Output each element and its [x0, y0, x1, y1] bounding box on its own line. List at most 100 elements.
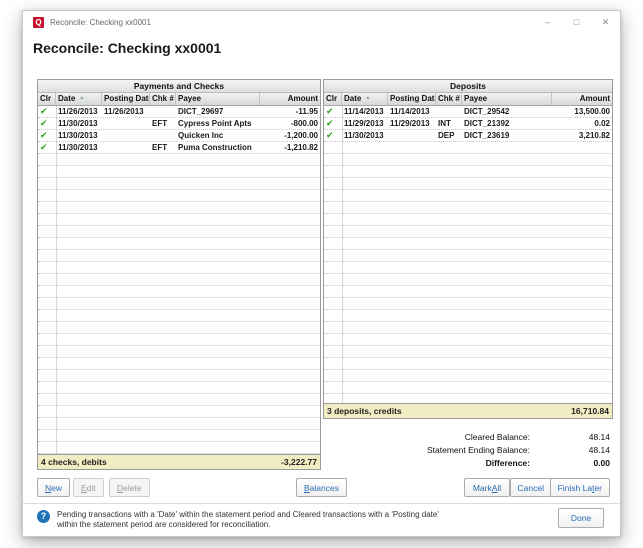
empty-row [38, 442, 320, 454]
empty-rows-area [38, 154, 320, 454]
empty-row [324, 286, 612, 298]
footer-note-area: ? Pending transactions with a 'Date' wit… [37, 510, 439, 530]
column-chk-number[interactable]: Chk # [150, 93, 176, 105]
deposits-panel-title: Deposits [324, 80, 612, 93]
new-button[interactable]: New [37, 478, 70, 497]
empty-row [324, 394, 612, 403]
empty-row [324, 334, 612, 346]
difference-row: Difference: 0.00 [427, 457, 610, 470]
label-part: dit [87, 483, 96, 493]
cleared-check-icon[interactable]: ✔ [38, 118, 56, 129]
cell-date: 11/30/2013 [56, 130, 102, 141]
edit-button[interactable]: Edit [73, 478, 104, 497]
balances-button[interactable]: Balances [296, 478, 347, 497]
statement-ending-balance-row: Statement Ending Balance: 48.14 [427, 444, 610, 457]
deposits-summary-amount: 16,710.84 [571, 404, 609, 418]
cell-chk-number [150, 106, 176, 117]
column-clr[interactable]: Clr [38, 93, 56, 105]
sort-asc-icon: ▲ [79, 93, 84, 104]
table-row[interactable]: ✔ 11/30/2013 DEP DICT_23619 3,210.82 [324, 130, 612, 142]
cleared-check-icon[interactable]: ✔ [324, 118, 342, 129]
payments-header-row: Clr Date ▲ Posting Date Chk # Payee Amoun… [38, 93, 320, 106]
column-divider [342, 106, 343, 403]
maximize-icon[interactable]: □ [562, 11, 591, 33]
column-amount[interactable]: Amount [552, 93, 612, 105]
cell-posting-date [102, 118, 150, 129]
cell-chk-number [150, 130, 176, 141]
column-posting-date[interactable]: Posting Date [102, 93, 150, 105]
column-posting-date[interactable]: Posting Date [388, 93, 436, 105]
cleared-check-icon[interactable]: ✔ [38, 130, 56, 141]
reconcile-window: Q Reconcile: Checking xx0001 – □ ✕ Recon… [22, 10, 621, 537]
column-clr[interactable]: Clr [324, 93, 342, 105]
empty-row [38, 310, 320, 322]
mark-all-button[interactable]: Mark All [464, 478, 510, 497]
empty-row [38, 202, 320, 214]
column-date[interactable]: Date▲ [342, 93, 388, 105]
table-row[interactable]: ✔ 11/26/2013 11/26/2013 DICT_29697 -11.9… [38, 106, 320, 118]
empty-row [38, 322, 320, 334]
column-date-label: Date [58, 94, 75, 103]
cell-chk-number: EFT [150, 142, 176, 153]
cell-amount: 13,500.00 [552, 106, 612, 117]
payments-summary-amount: -3,222.77 [281, 455, 317, 469]
balances-summary: Cleared Balance: 48.14 Statement Ending … [427, 431, 610, 470]
empty-row [324, 250, 612, 262]
table-row[interactable]: ✔ 11/29/2013 11/29/2013 INT DICT_21392 0… [324, 118, 612, 130]
help-icon[interactable]: ? [37, 510, 50, 523]
empty-row [324, 346, 612, 358]
finish-later-button[interactable]: Finish Later [550, 478, 610, 497]
difference-label: Difference: [486, 457, 530, 470]
cell-date: 11/26/2013 [56, 106, 102, 117]
cancel-button[interactable]: Cancel [510, 478, 552, 497]
done-button[interactable]: Done [558, 508, 604, 528]
empty-row [38, 178, 320, 190]
table-row[interactable]: ✔ 11/30/2013 EFT Puma Construction -1,21… [38, 142, 320, 154]
empty-row [324, 298, 612, 310]
statement-ending-balance-value: 48.14 [530, 444, 610, 457]
table-row[interactable]: ✔ 11/30/2013 EFT Cypress Point Apts -800… [38, 118, 320, 130]
empty-row [38, 298, 320, 310]
empty-row [324, 358, 612, 370]
column-payee[interactable]: Payee [462, 93, 552, 105]
empty-row [38, 154, 320, 166]
cell-payee: DICT_21392 [462, 118, 552, 129]
cleared-balance-label: Cleared Balance: [465, 431, 530, 444]
empty-row [38, 358, 320, 370]
cell-amount: -11.95 [260, 106, 320, 117]
delete-button[interactable]: Delete [109, 478, 150, 497]
cleared-check-icon[interactable]: ✔ [38, 142, 56, 153]
cell-posting-date: 11/29/2013 [388, 118, 436, 129]
empty-row [38, 226, 320, 238]
empty-row [38, 262, 320, 274]
cell-date: 11/29/2013 [342, 118, 388, 129]
deposits-header-row: Clr Date▲ Posting Date Chk # Payee Amoun… [324, 93, 612, 106]
empty-row [324, 322, 612, 334]
empty-row [324, 310, 612, 322]
close-icon[interactable]: ✕ [591, 11, 620, 33]
empty-row [38, 430, 320, 442]
page-title: Reconcile: Checking xx0001 [33, 40, 221, 56]
empty-rows-area [324, 142, 612, 403]
cell-posting-date [388, 130, 436, 141]
minimize-icon[interactable]: – [533, 11, 562, 33]
column-amount[interactable]: Amount [260, 93, 320, 105]
column-payee[interactable]: Payee [176, 93, 260, 105]
empty-row [38, 166, 320, 178]
label-part: er [594, 483, 602, 493]
cell-amount: -800.00 [260, 118, 320, 129]
label-part: Finish La [558, 483, 593, 493]
cell-payee: DICT_23619 [462, 130, 552, 141]
payments-summary-row: 4 checks, debits -3,222.77 [38, 454, 320, 469]
table-row[interactable]: ✔ 11/30/2013 Quicken Inc -1,200.00 [38, 130, 320, 142]
empty-row [324, 226, 612, 238]
column-chk-number[interactable]: Chk # [436, 93, 462, 105]
cell-posting-date [102, 142, 150, 153]
column-date[interactable]: Date ▲ [56, 93, 102, 105]
empty-row [324, 382, 612, 394]
cell-payee: Quicken Inc [176, 130, 260, 141]
cleared-check-icon[interactable]: ✔ [38, 106, 56, 117]
cleared-check-icon[interactable]: ✔ [324, 106, 342, 117]
table-row[interactable]: ✔ 11/14/2013 11/14/2013 DICT_29542 13,50… [324, 106, 612, 118]
cleared-check-icon[interactable]: ✔ [324, 130, 342, 141]
